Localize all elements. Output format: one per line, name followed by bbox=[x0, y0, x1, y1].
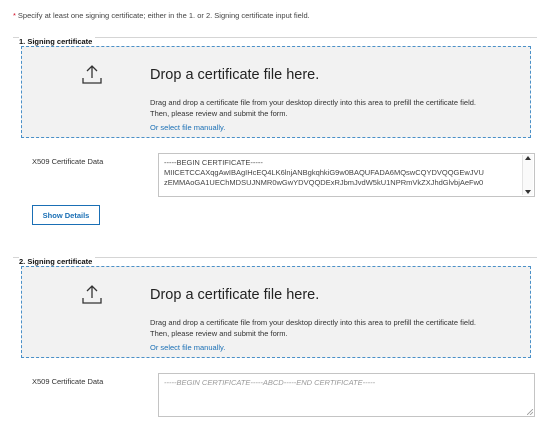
certificate-placeholder: -----BEGIN CERTIFICATE-----ABCD-----END … bbox=[164, 378, 376, 387]
select-file-link[interactable]: Or select file manually. bbox=[150, 343, 225, 352]
dropzone-description: Drag and drop a certificate file from yo… bbox=[150, 97, 530, 119]
required-notice-text: Specify at least one signing certificate… bbox=[17, 11, 310, 20]
dropzone-description-line: Drag and drop a certificate file from yo… bbox=[150, 318, 476, 327]
certificate-dropzone[interactable]: Drop a certificate file here. Drag and d… bbox=[21, 266, 531, 358]
dropzone-description: Drag and drop a certificate file from yo… bbox=[150, 317, 530, 339]
x509-certificate-label: X509 Certificate Data bbox=[32, 377, 104, 386]
x509-certificate-textarea[interactable]: -----BEGIN CERTIFICATE----- MIICETCCAXqg… bbox=[158, 153, 535, 197]
textarea-scrollbar[interactable] bbox=[522, 155, 533, 195]
certificate-line: MIICETCCAXqgAwIBAgIHcEQ4LK6lnjANBgkqhkiG… bbox=[164, 168, 484, 177]
dropzone-title: Drop a certificate file here. bbox=[150, 287, 320, 303]
section-title: 2. Signing certificate bbox=[19, 257, 96, 266]
scroll-up-arrow-icon[interactable] bbox=[525, 156, 531, 160]
scroll-down-arrow-icon[interactable] bbox=[525, 190, 531, 194]
required-notice: * Specify at least one signing certificat… bbox=[13, 11, 310, 20]
required-asterisk: * bbox=[13, 11, 16, 20]
dropzone-title: Drop a certificate file here. bbox=[150, 67, 320, 83]
show-details-button[interactable]: Show Details bbox=[32, 205, 100, 225]
dropzone-description-line: Then, please review and submit the form. bbox=[150, 109, 288, 118]
section-title: 1. Signing certificate bbox=[19, 37, 96, 46]
upload-icon bbox=[82, 285, 102, 304]
x509-certificate-textarea[interactable]: -----BEGIN CERTIFICATE-----ABCD-----END … bbox=[158, 373, 535, 417]
dropzone-description-line: Then, please review and submit the form. bbox=[150, 329, 288, 338]
certificate-line: -----BEGIN CERTIFICATE----- bbox=[164, 158, 263, 167]
dropzone-description-line: Drag and drop a certificate file from yo… bbox=[150, 98, 476, 107]
certificate-line: zEMMAoGA1UEChMDSUJNMR0wGwYDVQQDExRJbmJvd… bbox=[164, 178, 484, 187]
select-file-link[interactable]: Or select file manually. bbox=[150, 123, 225, 132]
signing-certificate-1-section: 1. Signing certificate Drop a certificat… bbox=[13, 37, 537, 234]
signing-certificate-2-section: 2. Signing certificate Drop a certificat… bbox=[13, 257, 537, 423]
upload-icon bbox=[82, 65, 102, 84]
resize-handle-icon[interactable] bbox=[527, 409, 533, 415]
certificate-dropzone[interactable]: Drop a certificate file here. Drag and d… bbox=[21, 46, 531, 138]
x509-certificate-label: X509 Certificate Data bbox=[32, 157, 104, 166]
